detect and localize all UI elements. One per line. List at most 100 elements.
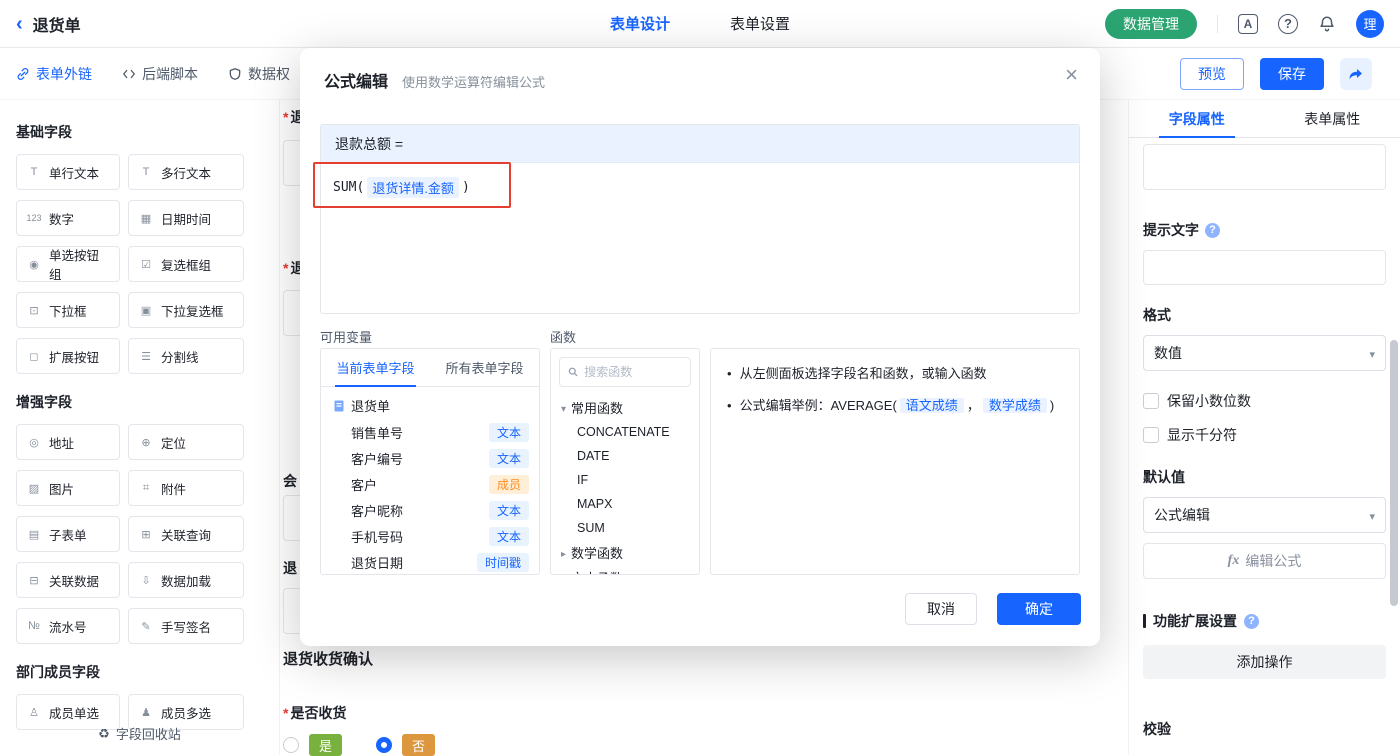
document-icon xyxy=(333,400,345,412)
field-serial-number[interactable]: №流水号 xyxy=(16,608,120,644)
formula-editor[interactable]: 退款总额 = SUM( 退货详情.金额 ) xyxy=(320,124,1080,314)
field-signature[interactable]: ✎手写签名 xyxy=(128,608,244,644)
field-address[interactable]: ◎地址 xyxy=(16,424,120,460)
keep-decimal-checkbox-row[interactable]: 保留小数位数 xyxy=(1143,391,1386,411)
tab-form-properties[interactable]: 表单属性 xyxy=(1265,100,1400,137)
field-number[interactable]: 123 数字 xyxy=(16,200,120,236)
preview-button[interactable]: 预览 xyxy=(1180,58,1244,90)
modal-header: 公式编辑 使用数学运算符编辑公式 xyxy=(300,48,1100,92)
tab-form-design[interactable]: 表单设计 xyxy=(610,13,670,34)
field-multi-select[interactable]: ▣下拉复选框 xyxy=(128,292,244,328)
field-subform[interactable]: ▤子表单 xyxy=(16,516,120,552)
formula-prefix: SUM( xyxy=(333,180,364,195)
function-search-box[interactable] xyxy=(559,357,691,387)
variable-row[interactable]: 客户昵称文本 xyxy=(321,497,539,523)
page-title: 退货单 xyxy=(33,12,81,36)
function-search-input[interactable] xyxy=(584,365,682,379)
backend-script-item[interactable]: 后端脚本 xyxy=(122,64,198,84)
function-item[interactable]: DATE xyxy=(551,444,699,468)
field-title-input[interactable] xyxy=(1143,144,1386,190)
user-avatar[interactable]: 理 xyxy=(1356,10,1384,38)
function-group-common[interactable]: 常用函数 xyxy=(551,395,699,420)
variable-row[interactable]: 客户成员 xyxy=(321,471,539,497)
data-permission-item[interactable]: 数据权 xyxy=(228,64,290,84)
field-recycle-bin[interactable]: ♻ 字段回收站 xyxy=(0,724,279,743)
formula-suffix: ) xyxy=(462,180,470,195)
field-multi-text[interactable]: T多行文本 xyxy=(128,154,244,190)
function-item[interactable]: SUM xyxy=(551,516,699,540)
help-icon[interactable]: ? xyxy=(1278,14,1298,34)
radio-unselected[interactable] xyxy=(283,737,299,753)
function-group-math[interactable]: 数学函数 xyxy=(551,540,699,565)
field-radio-group[interactable]: ◉单选按钮组 xyxy=(16,246,120,282)
variable-row[interactable]: 退货日期时间戳 xyxy=(321,549,539,575)
tab-field-properties[interactable]: 字段属性 xyxy=(1129,100,1265,137)
confirm-button[interactable]: 确定 xyxy=(997,593,1081,625)
notification-bell-icon[interactable] xyxy=(1318,15,1336,33)
question-mark-icon[interactable]: ? xyxy=(1205,223,1220,238)
function-group-text[interactable]: 文本函数 xyxy=(551,565,699,575)
default-value-label: 默认值 xyxy=(1143,467,1386,487)
validation-title: 校验 xyxy=(1143,719,1386,739)
field-data-load[interactable]: ⇩数据加载 xyxy=(128,562,244,598)
vertical-scrollbar[interactable] xyxy=(1390,340,1398,606)
calendar-icon: ▦ xyxy=(137,212,155,225)
checkbox-unchecked[interactable] xyxy=(1143,427,1159,443)
number-icon: 123 xyxy=(25,213,43,223)
share-icon[interactable] xyxy=(1340,58,1372,90)
variable-row[interactable]: 销售单号文本 xyxy=(321,419,539,445)
field-related-query[interactable]: ⊞关联查询 xyxy=(128,516,244,552)
option-yes[interactable]: 是 xyxy=(309,734,342,756)
add-action-button[interactable]: 添加操作 xyxy=(1143,645,1386,679)
tab-current-form-fields[interactable]: 当前表单字段 xyxy=(321,349,430,386)
field-checkbox-group[interactable]: ☑复选框组 xyxy=(128,246,244,282)
formula-field-token[interactable]: 退货详情.金额 xyxy=(367,177,459,198)
hint-text-input[interactable] xyxy=(1143,250,1386,285)
external-link-item[interactable]: 表单外链 xyxy=(16,64,92,84)
function-item[interactable]: CONCATENATE xyxy=(551,420,699,444)
function-item[interactable]: MAPX xyxy=(551,492,699,516)
checkbox-label: 显示千分符 xyxy=(1167,425,1237,445)
data-manage-button[interactable]: 数据管理 xyxy=(1105,9,1197,39)
tip-text: 公式编辑举例：AVERAGE(语文成绩，数学成绩) xyxy=(740,395,1055,417)
field-datetime[interactable]: ▦日期时间 xyxy=(128,200,244,236)
variable-row[interactable]: 客户编号文本 xyxy=(321,445,539,471)
radio-selected[interactable] xyxy=(376,737,392,753)
language-icon[interactable]: A xyxy=(1238,14,1258,34)
image-icon: ▨ xyxy=(25,482,43,495)
save-button[interactable]: 保存 xyxy=(1260,58,1324,90)
canvas-field-label-partial: 会 xyxy=(283,471,297,491)
tree-root-form[interactable]: 退货单 xyxy=(321,387,539,419)
tab-all-form-fields[interactable]: 所有表单字段 xyxy=(430,349,539,386)
field-related-data[interactable]: ⊟关联数据 xyxy=(16,562,120,598)
field-divider[interactable]: ☰分割线 xyxy=(128,338,244,374)
field-location[interactable]: ⊕定位 xyxy=(128,424,244,460)
function-item[interactable]: IF xyxy=(551,468,699,492)
field-image[interactable]: ▨ 图片 xyxy=(16,470,120,506)
field-label: 数字 xyxy=(49,209,74,228)
checkbox-unchecked[interactable] xyxy=(1143,393,1159,409)
field-select[interactable]: ⊡下拉框 xyxy=(16,292,120,328)
thousand-separator-checkbox-row[interactable]: 显示千分符 xyxy=(1143,425,1386,445)
example-token-1: 语文成绩 xyxy=(900,398,964,413)
formula-body[interactable]: SUM( 退货详情.金额 ) xyxy=(321,163,1079,212)
cancel-button[interactable]: 取消 xyxy=(905,593,977,625)
code-icon xyxy=(122,67,136,81)
close-icon[interactable]: × xyxy=(1065,64,1078,86)
option-no[interactable]: 否 xyxy=(402,734,435,756)
question-mark-icon[interactable]: ? xyxy=(1244,614,1259,629)
edit-formula-button[interactable]: fx编辑公式 xyxy=(1143,543,1386,579)
formula-target-label: 退款总额 = xyxy=(335,134,403,154)
button-label: 编辑公式 xyxy=(1245,551,1301,571)
tab-form-settings[interactable]: 表单设置 xyxy=(730,13,790,34)
hint-text-label: 提示文字? xyxy=(1143,220,1386,240)
variable-row[interactable]: 手机号码文本 xyxy=(321,523,539,549)
field-attachment[interactable]: ⌗附件 xyxy=(128,470,244,506)
toolbar-links: 表单外链 后端脚本 数据权 xyxy=(16,64,290,84)
field-single-text[interactable]: T单行文本 xyxy=(16,154,120,190)
field-extend-button[interactable]: ◻扩展按钮 xyxy=(16,338,120,374)
back-arrow-icon[interactable]: ‹ xyxy=(16,14,23,34)
format-select[interactable]: 数值 xyxy=(1143,335,1386,371)
field-label: 图片 xyxy=(49,479,74,498)
default-value-select[interactable]: 公式编辑 xyxy=(1143,497,1386,533)
